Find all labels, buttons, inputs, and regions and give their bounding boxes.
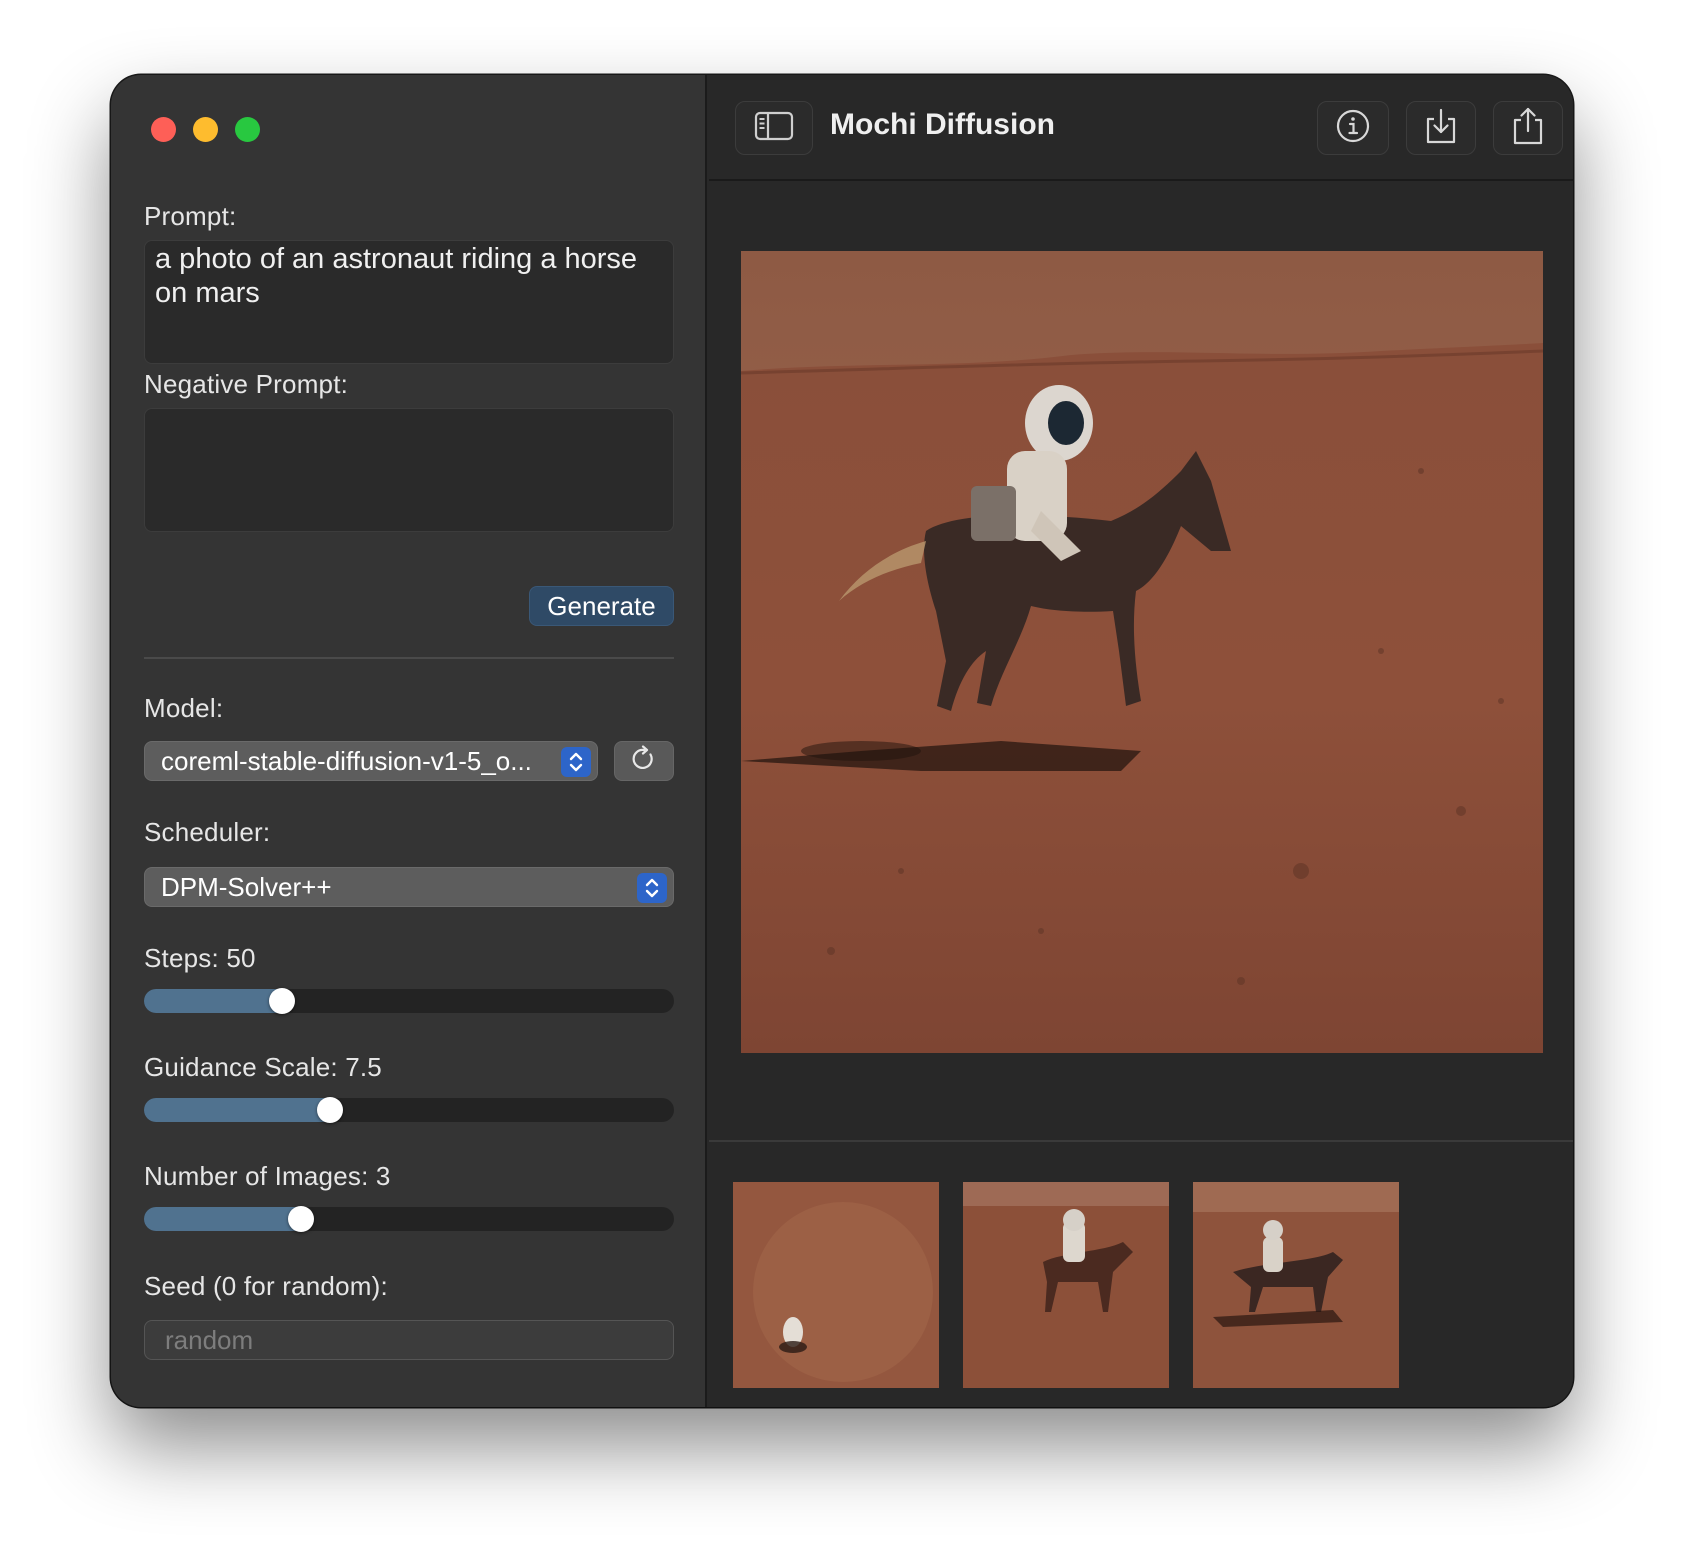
steps-slider-fill xyxy=(144,989,282,1013)
info-button[interactable] xyxy=(1317,101,1389,155)
prompt-input[interactable]: a photo of an astronaut riding a horse o… xyxy=(144,240,674,364)
divider xyxy=(144,657,674,659)
sidebar: Prompt: a photo of an astronaut riding a… xyxy=(111,75,707,1407)
guidance-slider-thumb[interactable] xyxy=(316,1097,343,1123)
share-button[interactable] xyxy=(1493,101,1563,155)
number-of-images-label: Number of Images: 3 xyxy=(144,1161,391,1191)
main-area: Mochi Diffusion xyxy=(709,75,1573,1407)
refresh-models-button[interactable] xyxy=(614,741,674,781)
images-slider-fill xyxy=(144,1207,301,1231)
chevron-updown-icon xyxy=(637,873,667,903)
negative-prompt-input[interactable] xyxy=(144,408,674,532)
scheduler-label: Scheduler: xyxy=(144,817,271,847)
toolbar: Mochi Diffusion xyxy=(709,75,1573,181)
negative-prompt-label: Negative Prompt: xyxy=(144,369,349,399)
image-gallery xyxy=(709,1140,1573,1407)
number-of-images-slider[interactable] xyxy=(144,1206,674,1232)
steps-slider[interactable] xyxy=(144,988,674,1014)
images-slider-thumb[interactable] xyxy=(287,1206,314,1232)
guidance-slider-fill xyxy=(144,1098,330,1122)
window-controls xyxy=(151,117,260,142)
gallery-thumbnail[interactable] xyxy=(963,1182,1169,1388)
prompt-label: Prompt: xyxy=(144,201,237,231)
window-title: Mochi Diffusion xyxy=(830,108,1055,141)
scheduler-select-value: DPM-Solver++ xyxy=(161,871,332,902)
guidance-scale-label: Guidance Scale: 7.5 xyxy=(144,1052,382,1082)
gallery-thumbnail[interactable] xyxy=(733,1182,939,1388)
steps-slider-thumb[interactable] xyxy=(268,988,295,1014)
steps-label: Steps: 50 xyxy=(144,943,256,973)
guidance-scale-slider[interactable] xyxy=(144,1097,674,1123)
refresh-icon xyxy=(630,744,658,778)
model-select[interactable]: coreml-stable-diffusion-v1-5_o... xyxy=(144,741,598,781)
generate-button[interactable]: Generate xyxy=(529,586,674,626)
generated-image-preview[interactable] xyxy=(741,251,1543,1053)
minimize-button[interactable] xyxy=(193,117,218,142)
scheduler-select[interactable]: DPM-Solver++ xyxy=(144,867,674,907)
info-icon xyxy=(1335,108,1371,149)
gallery-thumbnail[interactable] xyxy=(1193,1182,1399,1388)
close-button[interactable] xyxy=(151,117,176,142)
save-image-button[interactable] xyxy=(1406,101,1476,155)
model-label: Model: xyxy=(144,693,224,723)
zoom-button[interactable] xyxy=(235,117,260,142)
seed-input[interactable]: random xyxy=(144,1320,674,1360)
chevron-updown-icon xyxy=(561,747,591,777)
sidebar-toggle-icon xyxy=(754,111,794,146)
download-icon xyxy=(1423,107,1459,150)
toggle-sidebar-button[interactable] xyxy=(735,101,813,155)
seed-label: Seed (0 for random): xyxy=(144,1271,388,1301)
app-window: Prompt: a photo of an astronaut riding a… xyxy=(111,75,1573,1407)
share-icon xyxy=(1510,106,1546,151)
model-select-value: coreml-stable-diffusion-v1-5_o... xyxy=(161,745,532,776)
